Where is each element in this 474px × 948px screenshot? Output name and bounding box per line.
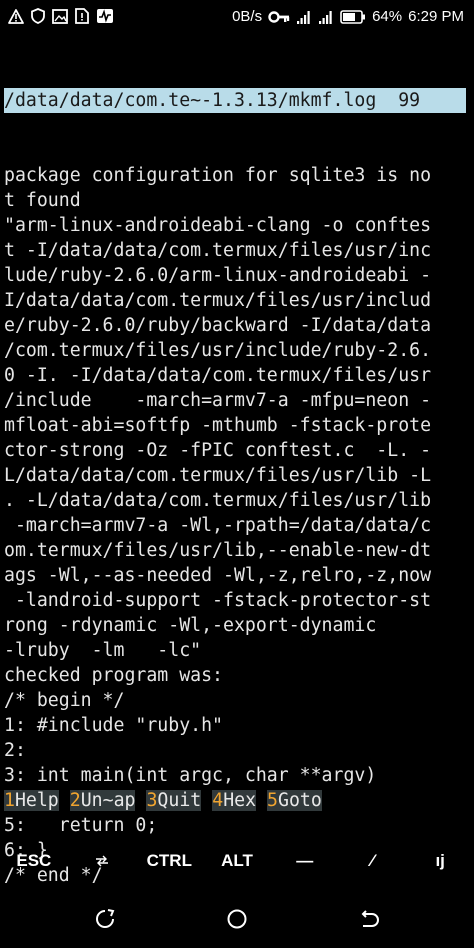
fkey-number: 3: [146, 790, 158, 811]
terminal-line: checked program was:: [4, 665, 223, 686]
terminal-line: package configuration for sqlite3 is no: [4, 165, 432, 186]
function-key-bar: 1Help 2Un~ap 3Quit 4Hex 5Goto: [4, 788, 332, 813]
home-key[interactable]: ıj: [406, 838, 474, 884]
home-icon[interactable]: [222, 904, 252, 934]
slash-key[interactable]: ⁄: [339, 838, 407, 884]
battery-icon: [340, 10, 366, 24]
terminal-line: e/ruby-2.6.0/ruby/backward -I/data/data: [4, 315, 432, 336]
network-speed: 0B/s: [232, 8, 263, 25]
fkey-un-ap[interactable]: 2Un~ap: [69, 788, 147, 813]
fkey-quit[interactable]: 3Quit: [146, 788, 212, 813]
terminal-line: /include -march=armv7-a -mfpu=neon -: [4, 390, 432, 411]
extra-keys-row: ESC CTRL ALT — ⁄ ıj: [0, 838, 474, 884]
esc-key[interactable]: ESC: [0, 838, 68, 884]
terminal-line: L/data/data/com.termux/files/usr/lib -L: [4, 465, 432, 486]
terminal-line: "arm-linux-androideabi-clang -o conftes: [4, 215, 432, 236]
fkey-number: 2: [69, 790, 81, 811]
fkey-label: Hex: [223, 790, 257, 811]
terminal-line: 1: #include "ruby.h": [4, 715, 223, 736]
warning-icon: [8, 8, 24, 24]
pulse-icon: [96, 8, 114, 24]
wifi-signal-icon: [296, 9, 312, 25]
fkey-number: 5: [267, 790, 278, 811]
sim-alert-icon: [75, 8, 89, 24]
fkey-number: 1: [4, 790, 15, 811]
system-status: 0B/s 64% 6:29 PM: [232, 7, 464, 27]
fkey-number: 4: [212, 790, 224, 811]
terminal-line: rong -rdynamic -Wl,-export-dynamic: [4, 615, 421, 636]
terminal-line: /* begin */: [4, 690, 125, 711]
terminal-line: lude/ruby-2.6.0/arm-linux-androideabi -: [4, 265, 432, 286]
terminal-line: -lruby -lm -lc": [4, 640, 202, 661]
cell-signal-icon: [318, 9, 334, 25]
tab-key[interactable]: [68, 838, 136, 884]
file-title-bar: /data/data/com.te~-1.3.13/mkmf.log 99: [4, 88, 466, 113]
vpn-key-icon: [268, 11, 290, 23]
fkey-goto[interactable]: 5Goto: [267, 788, 332, 813]
terminal-view[interactable]: /data/data/com.te~-1.3.13/mkmf.log 99 pa…: [4, 38, 470, 913]
terminal-line: /com.termux/files/usr/include/ruby-2.6.: [4, 340, 432, 361]
status-bar: 0B/s 64% 6:29 PM: [0, 0, 474, 34]
fkey-label: Quit: [157, 790, 202, 811]
image-icon: [52, 8, 68, 24]
terminal-line: . -L/data/data/com.termux/files/usr/lib: [4, 490, 432, 511]
fkey-help[interactable]: 1Help: [4, 788, 70, 813]
fkey-label: Goto: [278, 790, 322, 811]
terminal-line: I/data/data/com.termux/files/usr/includ: [4, 290, 432, 311]
terminal-line: om.termux/files/usr/lib,--enable-new-dt: [4, 540, 432, 561]
terminal-line: -landroid-support -fstack-protector-st: [4, 590, 432, 611]
terminal-line: 5: return 0;: [4, 815, 158, 836]
back-icon[interactable]: [354, 904, 384, 934]
terminal-line: t -I/data/data/com.termux/files/usr/inc: [4, 240, 432, 261]
terminal-line: ags -Wl,--as-needed -Wl,-z,relro,-z,now: [4, 565, 432, 586]
battery-percent: 64%: [372, 8, 403, 25]
terminal-line: 0 -I. -I/data/data/com.termux/files/usr: [4, 365, 432, 386]
notification-icons: [8, 8, 114, 24]
terminal-line: t found: [4, 190, 81, 211]
ctrl-key[interactable]: CTRL: [135, 838, 203, 884]
terminal-line: -march=armv7-a -Wl,-rpath=/data/data/c: [4, 515, 432, 536]
terminal-output: package configuration for sqlite3 is no t…: [4, 163, 470, 888]
recent-apps-icon[interactable]: [90, 904, 120, 934]
dash-key[interactable]: —: [271, 838, 339, 884]
fkey-label: Help: [14, 790, 59, 811]
alt-key[interactable]: ALT: [203, 838, 271, 884]
fkey-hex[interactable]: 4Hex: [212, 788, 267, 813]
terminal-line: 3: int main(int argc, char **argv): [4, 765, 377, 786]
fkey-label: Un~ap: [80, 790, 136, 811]
navigation-bar: [0, 888, 474, 948]
terminal-line: mfloat-abi=softfp -mthumb -fstack-prote: [4, 415, 432, 436]
terminal-line: 2:: [4, 740, 26, 761]
tab-icon: [95, 855, 108, 867]
terminal-line: ctor-strong -Oz -fPIC conftest.c -L. -: [4, 440, 432, 461]
shield-icon: [31, 8, 45, 24]
clock: 6:29 PM: [408, 8, 464, 25]
